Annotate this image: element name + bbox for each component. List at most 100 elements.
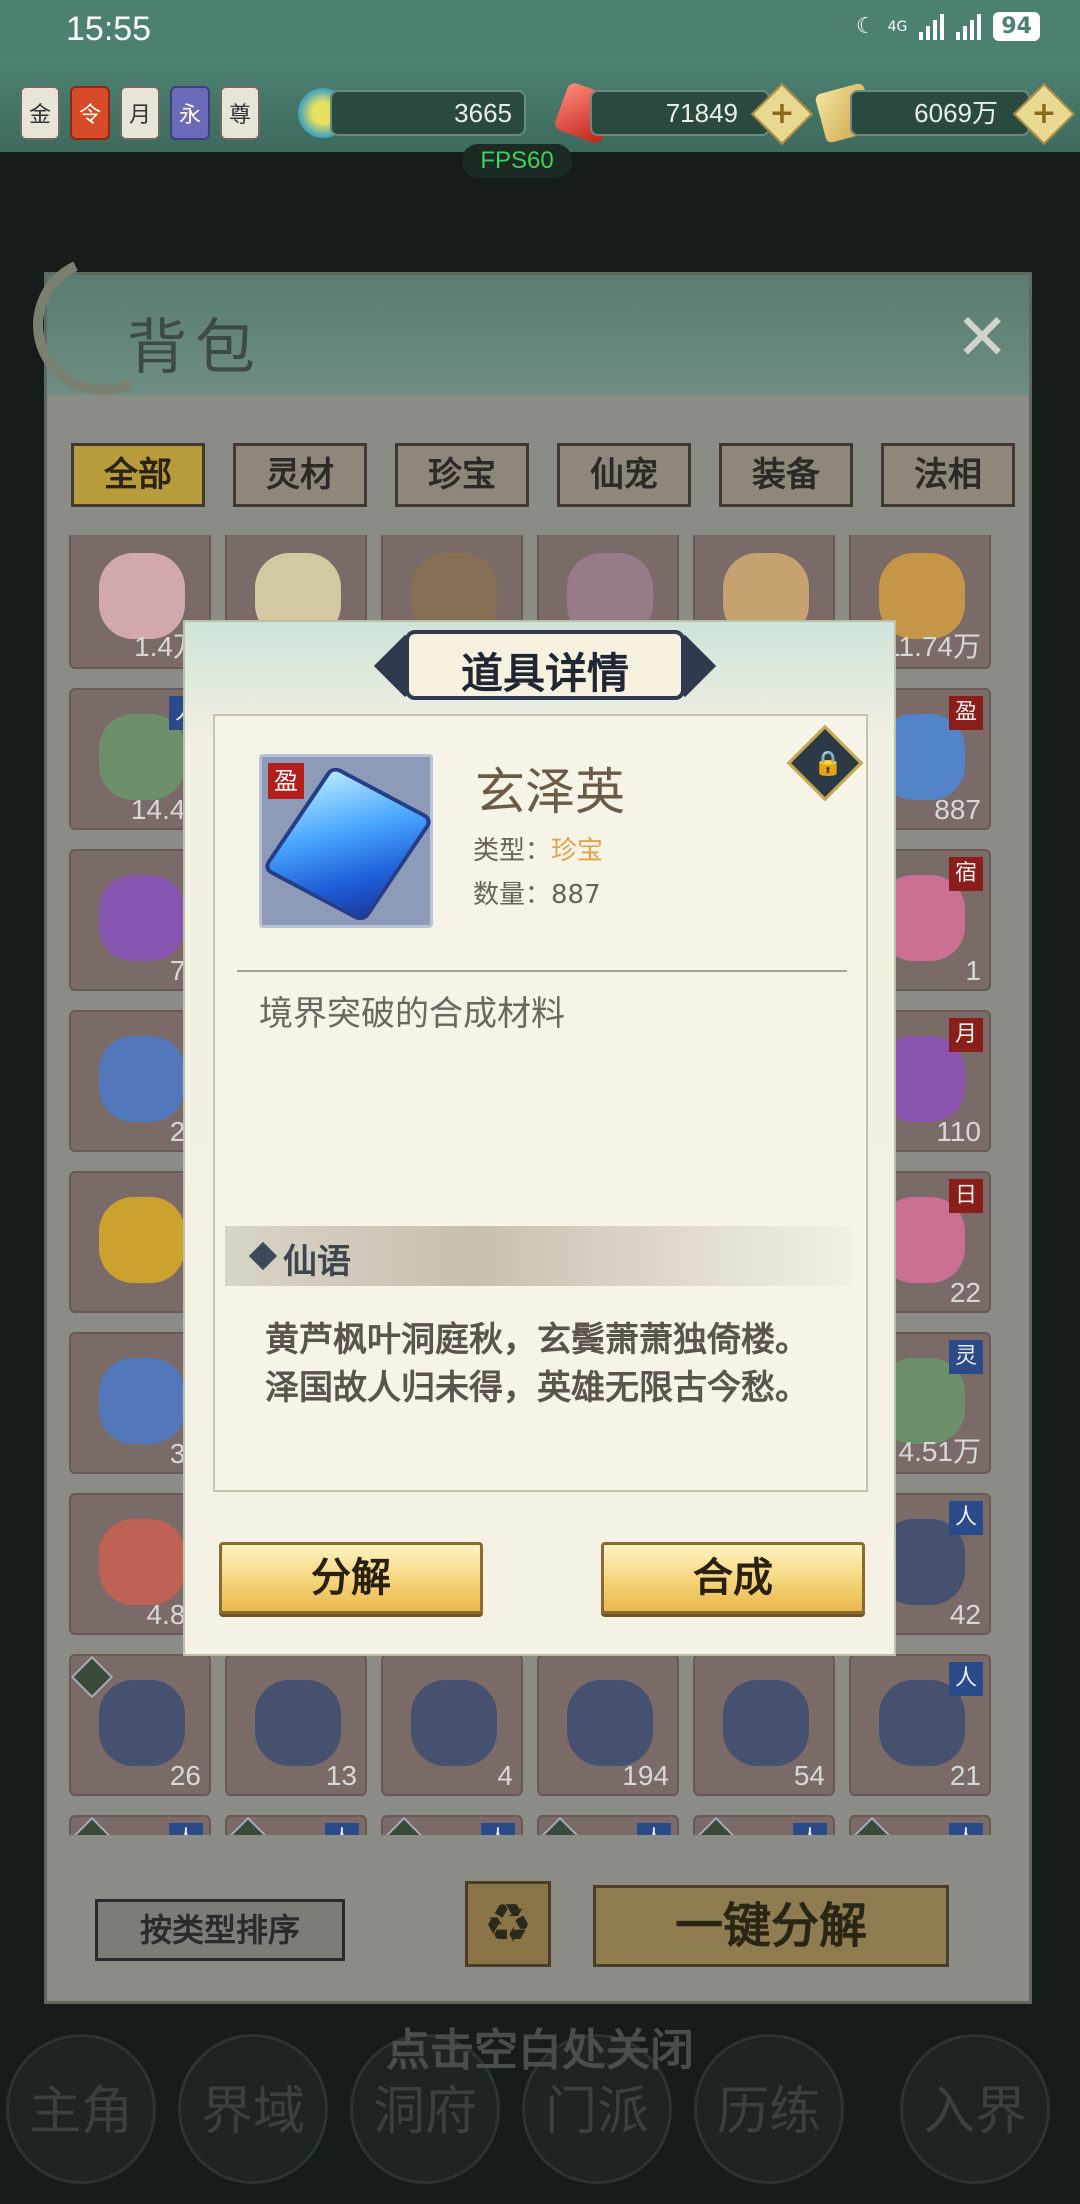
bag-title: 背包 [127, 313, 263, 383]
item-quantity: 11.74万 [885, 631, 981, 662]
item-quantity: 887 [934, 794, 981, 825]
badge-zun[interactable]: 尊 [220, 86, 260, 140]
item-icon [567, 1680, 653, 1766]
item-slot[interactable]: 人 [381, 1815, 523, 1835]
tab-materials[interactable]: 灵材 [233, 443, 367, 507]
item-tag: 盈 [949, 696, 983, 730]
item-type-label: 类型： [473, 836, 552, 866]
lore-section-label: 仙语 [283, 1242, 351, 1282]
tab-avatar[interactable]: 法相 [881, 443, 1015, 507]
item-quantity: 4 [497, 1760, 513, 1791]
item-name: 玄泽英 [475, 763, 625, 821]
item-tag: 宿 [949, 857, 983, 891]
plus-icon: + [769, 96, 795, 131]
lore-poem: 黄芦枫叶洞庭秋，玄鬓萧萧独倚楼。 泽国故人归未得，英雄无限古今愁。 [265, 1316, 845, 1412]
close-icon[interactable]: ✕ [955, 301, 1009, 375]
item-slot[interactable]: 人 [537, 1815, 679, 1835]
item-quantity: 21 [949, 1760, 981, 1791]
item-icon-frame: 盈 [259, 754, 435, 928]
badge-yong[interactable]: 永 [170, 86, 210, 140]
status-bar: 15:55 ☾ 4G 94 [0, 0, 1080, 60]
item-icon [99, 1680, 185, 1766]
padlock-icon: 🔒 [813, 749, 843, 777]
item-type: 类型：珍宝 [473, 830, 603, 867]
item-icon [99, 875, 185, 961]
resource-bar: 金 令 月 永 尊 3665 71849 + 6069万 + [0, 60, 1080, 152]
item-slot[interactable]: 54 [693, 1654, 835, 1796]
lore-section-header: 仙语 [225, 1226, 851, 1286]
item-tag: 人 [637, 1823, 671, 1835]
jade-amount: 3665 [330, 90, 526, 136]
sort-by-type-button[interactable]: 按类型排序 [95, 1899, 345, 1961]
item-quantity: 42 [949, 1599, 981, 1630]
crystal-amount: 71849 [590, 90, 770, 136]
status-icons: ☾ 4G 94 [856, 12, 1040, 41]
network-label: 4G [887, 18, 908, 35]
scroll-amount: 6069万 [850, 90, 1030, 136]
tab-all[interactable]: 全部 [71, 443, 205, 507]
item-icon [99, 1358, 185, 1444]
item-quantity: 194 [622, 1760, 669, 1791]
item-quantity: 54 [793, 1760, 825, 1791]
item-icon [411, 1680, 497, 1766]
item-tag: 人 [949, 1501, 983, 1535]
battery-icon: 94 [993, 12, 1040, 41]
item-slot[interactable]: 人 [69, 1815, 211, 1835]
item-quantity: 13 [325, 1760, 357, 1791]
one-key-decompose-button[interactable]: 一键分解 [593, 1885, 949, 1967]
item-tag: 月 [949, 1018, 983, 1052]
item-tag: 人 [169, 1823, 203, 1835]
plus-icon: + [1031, 96, 1057, 131]
item-slot[interactable]: 人 [849, 1815, 991, 1835]
item-slot[interactable]: 人 [693, 1815, 835, 1835]
badge-gold[interactable]: 金 [20, 86, 60, 140]
signal-icon [919, 13, 945, 40]
tab-pets[interactable]: 仙宠 [557, 443, 691, 507]
item-tag: 盈 [268, 763, 304, 799]
bag-header: 背包 ✕ [13, 235, 1029, 415]
lock-icon [850, 1816, 894, 1835]
lock-icon [226, 1816, 270, 1835]
badge-ling[interactable]: 令 [70, 86, 110, 140]
item-tag: 人 [325, 1823, 359, 1835]
lock-icon [694, 1816, 738, 1835]
item-quantity: 1 [965, 955, 981, 986]
bag-tabs: 全部 灵材 珍宝 仙宠 装备 法相 [71, 443, 1015, 507]
close-hint[interactable]: 点击空白处关闭 [0, 2014, 1080, 2078]
decompose-button[interactable]: 分解 [219, 1542, 483, 1614]
diamond-bullet-icon [248, 1241, 278, 1271]
fps-counter: FPS60 [462, 144, 572, 178]
item-quantity: 4.51万 [898, 1436, 982, 1467]
modal-title: 道具详情 [460, 649, 629, 698]
item-quantity: 22 [949, 1277, 981, 1308]
divider [237, 970, 847, 972]
recycle-icon: ♻ [483, 1892, 533, 1955]
item-detail-modal: 道具详情 盈 玄泽英 类型：珍宝 数量：887 🔒 境界突破的合成材料 仙语 黄… [183, 620, 896, 1656]
rank-badges: 金 令 月 永 尊 [20, 86, 260, 140]
item-slot[interactable]: 194 [537, 1654, 679, 1796]
recycle-button[interactable]: ♻ [465, 1881, 551, 1967]
item-slot[interactable]: 26 [69, 1654, 211, 1796]
item-slot[interactable]: 人 21 [849, 1654, 991, 1796]
item-slot[interactable]: 13 [225, 1654, 367, 1796]
moon-icon: ☾ [855, 14, 876, 39]
lock-icon[interactable]: 🔒 [786, 724, 864, 802]
item-icon [99, 1036, 185, 1122]
item-icon [255, 1680, 341, 1766]
status-time: 15:55 [66, 10, 152, 48]
tab-treasures[interactable]: 珍宝 [395, 443, 529, 507]
item-slot[interactable]: 4 [381, 1654, 523, 1796]
modal-title-banner: 道具详情 [373, 630, 717, 700]
lock-icon [538, 1816, 582, 1835]
lock-icon [70, 1816, 114, 1835]
item-tag: 人 [949, 1662, 983, 1696]
compose-button[interactable]: 合成 [601, 1542, 865, 1614]
badge-yue[interactable]: 月 [120, 86, 160, 140]
item-count: 数量：887 [473, 880, 601, 910]
item-type-value: 珍宝 [551, 836, 604, 866]
item-slot[interactable]: 人 [225, 1815, 367, 1835]
poem-line-2: 泽国故人归未得，英雄无限古今愁。 [265, 1368, 809, 1408]
item-tag: 人 [949, 1823, 983, 1835]
item-tag: 人 [793, 1823, 827, 1835]
tab-equipment[interactable]: 装备 [719, 443, 853, 507]
